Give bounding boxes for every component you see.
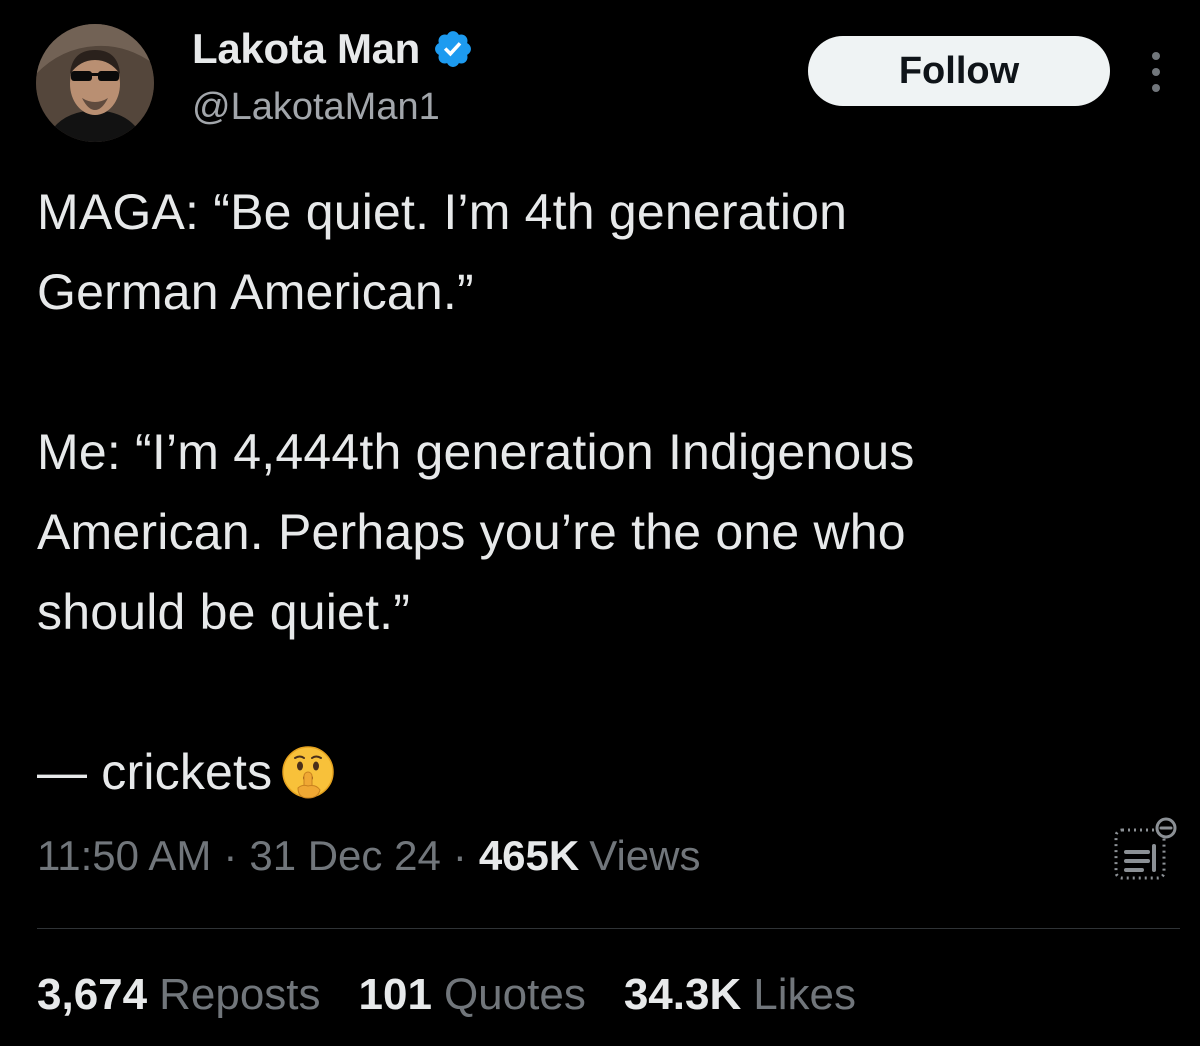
tweet-text-line: MAGA: “Be quiet. I’m 4th generation	[37, 184, 848, 240]
tweet-text-last-line: — crickets	[37, 732, 1177, 812]
reposts-count: 3,674	[37, 970, 148, 1019]
meta-separator: ·	[452, 832, 467, 879]
tweet-card: Lakota Man @LakotaMan1 Follow MAGA: “Be …	[0, 0, 1200, 1046]
quotes-count: 101	[358, 970, 432, 1019]
author-handle[interactable]: @LakotaMan1	[192, 86, 440, 129]
likes-stat[interactable]: 34.3K Likes	[624, 970, 856, 1020]
analytics-icon[interactable]	[1108, 812, 1180, 884]
likes-label: Likes	[753, 970, 856, 1019]
profile-photo-icon	[36, 24, 154, 142]
divider	[37, 928, 1180, 929]
views-label: Views	[589, 832, 701, 879]
tweet-text-line: Me: “I’m 4,444th generation Indigenous	[37, 424, 915, 480]
more-options-button[interactable]	[1136, 44, 1176, 100]
meta-separator: ·	[223, 832, 238, 879]
reposts-stat[interactable]: 3,674 Reposts	[37, 970, 321, 1020]
tweet-text-line: American. Perhaps you’re the one who	[37, 504, 906, 560]
more-dots-vertical-icon	[1152, 52, 1160, 60]
tweet-text-line: — crickets	[37, 744, 273, 800]
quotes-label: Quotes	[443, 970, 586, 1019]
author-display-name[interactable]: Lakota Man	[192, 25, 420, 73]
verified-badge-icon	[435, 31, 471, 67]
shushing-face-icon	[282, 746, 335, 799]
quotes-stat[interactable]: 101 Quotes	[359, 970, 586, 1020]
tweet-time[interactable]: 11:50 AM	[37, 832, 211, 880]
tweet-date[interactable]: 31 Dec 24	[249, 832, 440, 880]
views-count: 465K	[478, 832, 580, 879]
likes-count: 34.3K	[623, 970, 742, 1019]
tweet-meta: 11:50 AM · 31 Dec 24 · 465K Views	[37, 832, 701, 880]
follow-button[interactable]: Follow	[808, 36, 1110, 106]
avatar[interactable]	[36, 24, 154, 142]
tweet-text-line: should be quiet.”	[37, 584, 411, 640]
reposts-label: Reposts	[159, 970, 321, 1019]
tweet-text: MAGA: “Be quiet. I’m 4th generation Germ…	[37, 172, 1177, 812]
author-name-row: Lakota Man	[192, 22, 474, 76]
engagement-stats: 3,674 Reposts 101 Quotes 34.3K Likes	[37, 970, 856, 1020]
tweet-text-line: German American.”	[37, 264, 474, 320]
